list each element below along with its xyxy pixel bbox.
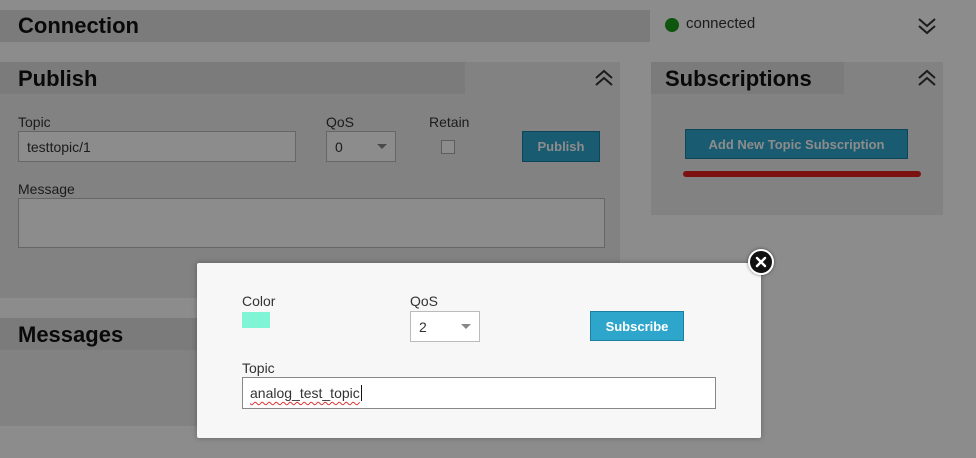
modal-qos-select[interactable]: 2 xyxy=(410,311,480,342)
chevron-down-icon xyxy=(461,324,471,329)
subscription-modal: Color QoS 2 Subscribe Topic analog_test_… xyxy=(197,263,761,438)
modal-topic-input[interactable]: analog_test_topic xyxy=(242,377,716,409)
close-modal-button[interactable] xyxy=(748,249,774,275)
color-swatch[interactable] xyxy=(242,312,270,328)
modal-qos-label: QoS xyxy=(410,293,439,309)
subscribe-button[interactable]: Subscribe xyxy=(590,311,684,341)
text-cursor xyxy=(360,385,362,401)
modal-topic-label: Topic xyxy=(242,360,275,376)
modal-qos-value: 2 xyxy=(419,318,427,335)
modal-topic-value: analog_test_topic xyxy=(250,385,360,401)
modal-color-label: Color xyxy=(242,293,276,309)
close-icon xyxy=(755,256,767,268)
